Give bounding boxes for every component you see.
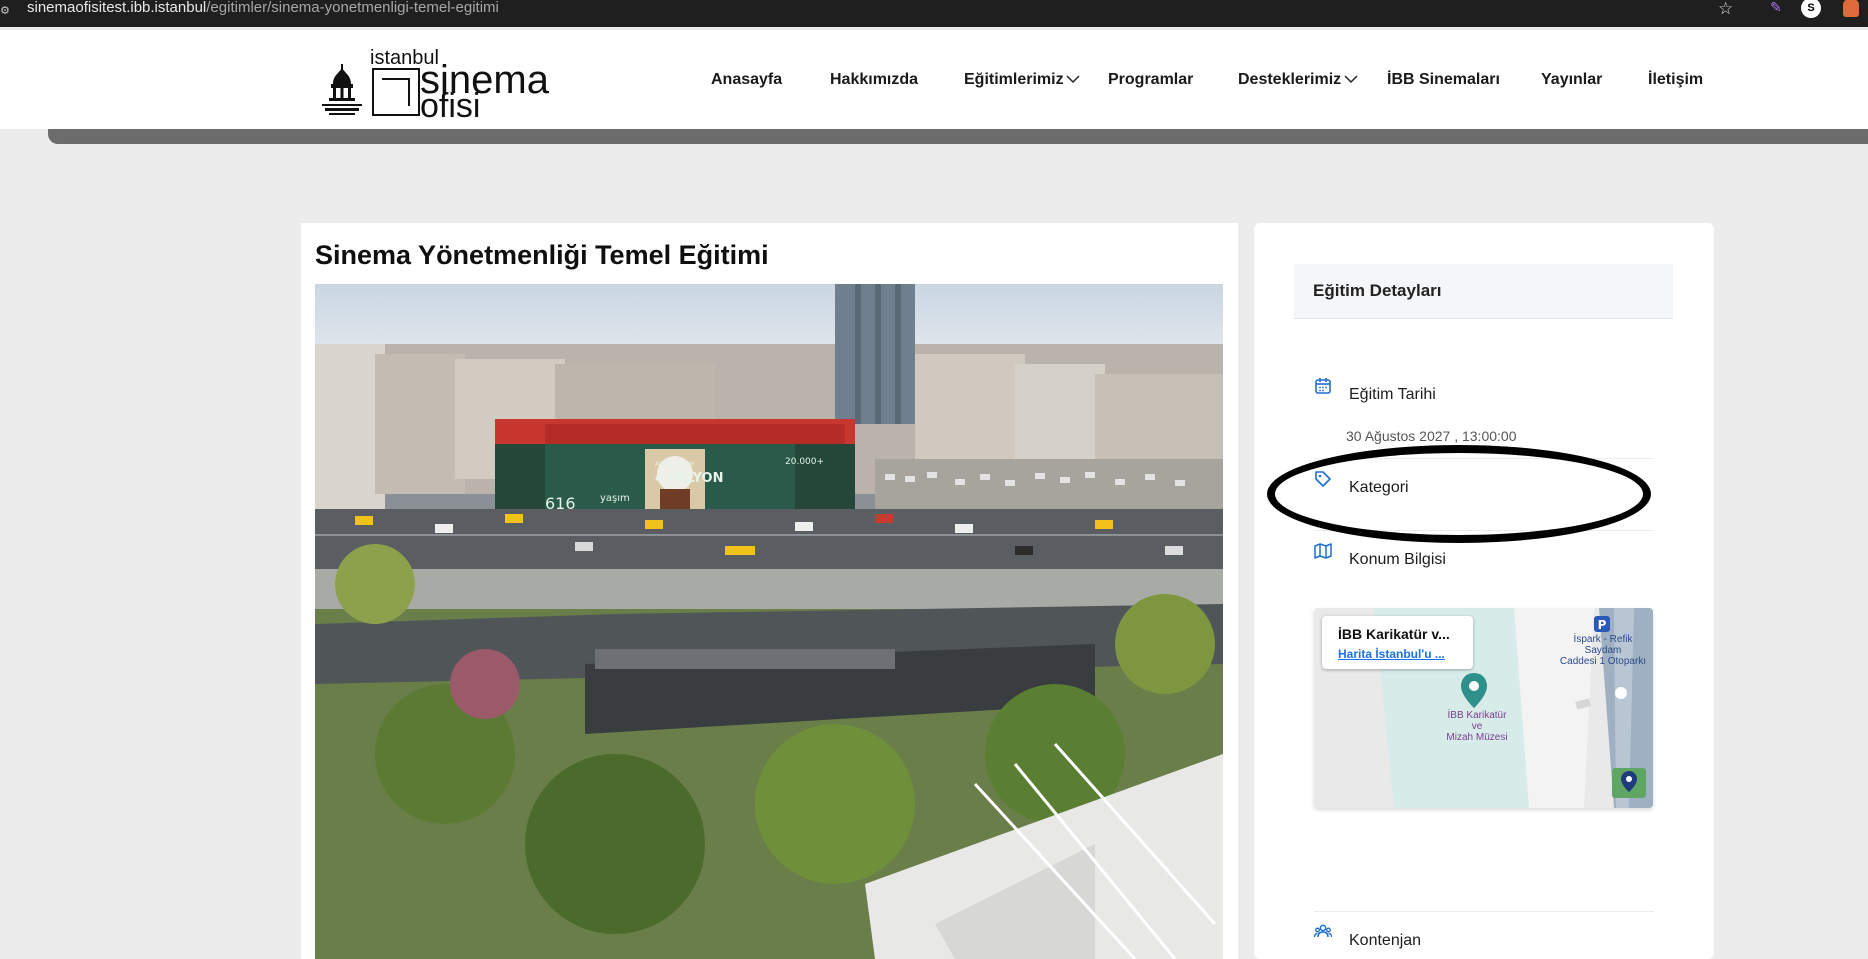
map-poi-label: İBB Karikatür ve Mizah Müzesi [1444, 710, 1510, 743]
location-map[interactable]: P İBB Karikatür v... Harita İstanbul'u .… [1314, 608, 1653, 808]
billboard-right-number: 20.000+ [785, 457, 824, 467]
billboard-center-line2: 4 MİLYON [655, 470, 724, 486]
extension-icon[interactable] [1843, 0, 1859, 17]
site-header: istanbul sinema ofisi Anasayfa Hakkımızd… [0, 30, 1868, 129]
browser-url-bar[interactable]: ⚙ sinemaofisitest.ibb.istanbul/egitimler… [0, 0, 1868, 27]
date-label: Eğitim Tarihi [1349, 386, 1436, 403]
map-parking-label-line1: İspark - Refik Saydam [1573, 634, 1633, 656]
billboard-center-line1: ABONESAYIM [655, 461, 694, 468]
nav-programlar[interactable]: Programlar [1108, 71, 1193, 89]
divider [1314, 911, 1654, 912]
course-hero-image: 616 ABONESAYIM 4 MİLYON 20.000+ yaşım [315, 284, 1223, 959]
bookmark-star-icon[interactable]: ☆ [1718, 0, 1733, 19]
header-shadow-strip [48, 129, 1868, 144]
chevron-down-icon[interactable] [1343, 71, 1359, 87]
feather-extension-icon[interactable]: ✎ [1770, 0, 1782, 16]
city-aerial-photo: 616 ABONESAYIM 4 MİLYON 20.000+ yaşım [315, 284, 1223, 959]
location-label: Konum Bilgisi [1349, 551, 1446, 568]
site-logo[interactable]: istanbul sinema ofisi [319, 48, 549, 125]
url-host: sinemaofisitest.ibb.istanbul [27, 0, 207, 16]
calendar-icon [1315, 378, 1331, 394]
highlight-ellipse [1267, 445, 1651, 543]
billboard-brand: yaşım [600, 493, 630, 504]
profile-extension-icon[interactable]: S [1801, 0, 1821, 18]
chevron-down-icon[interactable] [1065, 71, 1081, 87]
nav-desteklerimiz[interactable]: Desteklerimiz [1238, 71, 1341, 89]
nav-ibb-sinemalari[interactable]: İBB Sinemaları [1387, 71, 1500, 89]
details-header: Eğitim Detayları [1294, 264, 1673, 319]
details-title: Eğitim Detayları [1313, 281, 1442, 300]
map-icon [1314, 543, 1332, 559]
site-settings-icon[interactable]: ⚙ [0, 4, 14, 18]
svg-text:P: P [1598, 618, 1607, 632]
date-value: 30 Ağustos 2027 , 13:00:00 [1346, 428, 1517, 444]
map-place-card: İBB Karikatür v... Harita İstanbul'u ... [1322, 616, 1473, 669]
map-poi-label-line2: Mizah Müzesi [1446, 732, 1508, 743]
logo-ofisi: ofisi [420, 87, 481, 125]
quota-label: Kontenjan [1349, 932, 1422, 949]
map-place-title: İBB Karikatür v... [1338, 626, 1450, 642]
nav-yayinlar[interactable]: Yayınlar [1541, 71, 1602, 89]
users-icon [1314, 924, 1332, 938]
map-parking-label-line2: Caddesi 1 Otoparkı [1559, 656, 1647, 667]
nav-iletisim[interactable]: İletişim [1648, 71, 1703, 89]
url-path: /egitimler/sinema-yonetmenligi-temel-egi… [206, 0, 499, 16]
url-text[interactable]: sinemaofisitest.ibb.istanbul/egitimler/s… [27, 0, 499, 17]
ibb-seal-icon [322, 64, 362, 115]
page-title: Sinema Yönetmenliği Temel Eğitimi [315, 240, 769, 270]
nav-anasayfa[interactable]: Anasayfa [711, 71, 782, 89]
map-poi-label-line1: İBB Karikatür ve [1447, 710, 1507, 732]
logo-frame [372, 68, 420, 116]
map-place-link[interactable]: Harita İstanbul'u ... [1338, 647, 1445, 661]
course-main-card: Sinema Yönetmenliği Temel Eğitimi 616 AB… [301, 223, 1238, 959]
nav-hakkimizda[interactable]: Hakkımızda [830, 71, 918, 89]
course-details-card: Eğitim Detayları Eğitim Tarihi 30 Ağusto… [1254, 223, 1714, 959]
nav-egitimlerimiz[interactable]: Eğitimlerimiz [964, 71, 1064, 89]
map-parking-label: İspark - Refik Saydam Caddesi 1 Otoparkı [1554, 634, 1652, 667]
